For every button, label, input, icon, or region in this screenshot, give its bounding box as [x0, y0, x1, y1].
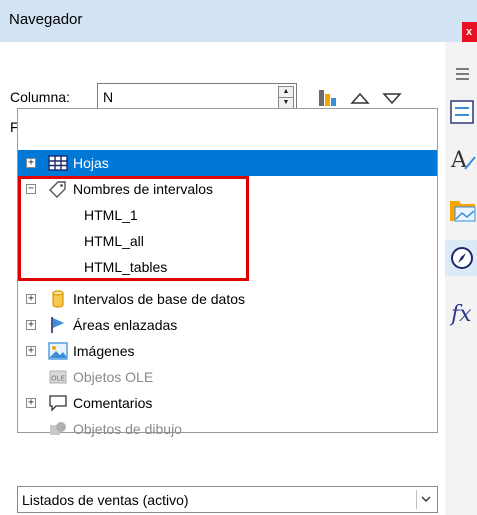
tree-item-comments[interactable]: + Comentarios [18, 390, 437, 416]
expand-icon[interactable]: + [26, 294, 36, 304]
svg-text:fx: fx [449, 302, 472, 327]
tree-item-label: Intervalos de base de datos [73, 291, 246, 307]
tree-item-label: Hojas [73, 155, 109, 171]
spin-up-icon[interactable]: ▲ [279, 87, 293, 98]
ole-icon: OLE [49, 370, 67, 384]
tree-item-linked-areas[interactable]: + Áreas enlazadas [18, 312, 437, 338]
grid-icon [48, 155, 68, 171]
triangle-down-icon[interactable] [382, 91, 402, 105]
range-name-label: HTML_1 [84, 207, 138, 223]
expand-icon[interactable]: + [26, 158, 36, 168]
svg-text:OLE: OLE [51, 375, 65, 383]
svg-text:A: A [450, 148, 468, 173]
image-icon [48, 342, 68, 360]
tree-item-label: Comentarios [73, 395, 153, 411]
tree-item-images[interactable]: + Imágenes [18, 338, 437, 364]
tag-icon [49, 181, 66, 198]
title-bar: Navegador [0, 0, 477, 42]
chevron-down-icon [421, 496, 431, 502]
flag-icon [51, 317, 64, 333]
range-name-label: HTML_tables [84, 259, 168, 275]
window-title: Navegador [9, 11, 83, 28]
tree-item-label: Nombres de intervalos [73, 181, 214, 197]
tree-item-label: Imágenes [73, 343, 135, 359]
tree-item-range-names[interactable]: − Nombres de intervalos [18, 176, 437, 202]
gallery-icon[interactable] [445, 193, 477, 225]
tree-item-sheets[interactable]: + Hojas [18, 150, 437, 176]
tree-item-label: Objetos OLE [73, 369, 154, 385]
tree-child-item[interactable]: HTML_tables [18, 254, 437, 280]
expand-icon[interactable]: + [26, 398, 36, 408]
close-button[interactable]: x [462, 22, 477, 42]
document-select-value: Listados de ventas (activo) [22, 492, 189, 508]
expand-icon[interactable]: + [26, 346, 36, 356]
triangle-up-icon[interactable] [350, 91, 370, 105]
tree-child-item[interactable]: HTML_all [18, 228, 437, 254]
document-select-dropdown[interactable] [416, 490, 434, 509]
drawing-icon [50, 422, 66, 435]
column-value: N [103, 89, 114, 105]
document-select[interactable]: Listados de ventas (activo) [17, 486, 438, 513]
menu-icon[interactable] [445, 64, 477, 84]
tree-item-label: Objetos de dibujo [73, 421, 182, 437]
range-name-label: HTML_all [84, 233, 144, 249]
database-icon [52, 290, 64, 308]
functions-icon[interactable]: fx [445, 295, 477, 329]
tree-item-ole-objects[interactable]: OLE Objetos OLE [18, 364, 437, 390]
collapse-icon[interactable]: − [26, 184, 36, 194]
column-spinner[interactable]: ▲ ▼ [278, 86, 294, 109]
tree-item-drawing-objects[interactable]: Objetos de dibujo [18, 416, 437, 437]
tree-item-label: Áreas enlazadas [73, 317, 178, 333]
navigator-icon[interactable] [445, 240, 477, 276]
column-label: Columna: [10, 89, 70, 105]
properties-icon[interactable] [445, 97, 477, 127]
comment-icon [49, 395, 67, 412]
navigator-tree[interactable]: + Hojas − Nombres de intervalos HTML_1 H… [17, 108, 438, 437]
data-range-icon[interactable] [317, 87, 339, 109]
tree-child-item[interactable]: HTML_1 [18, 202, 437, 228]
styles-icon[interactable]: A [445, 143, 477, 175]
expand-icon[interactable]: + [26, 320, 36, 330]
tree-item-db-ranges[interactable]: + Intervalos de base de datos [18, 286, 437, 312]
